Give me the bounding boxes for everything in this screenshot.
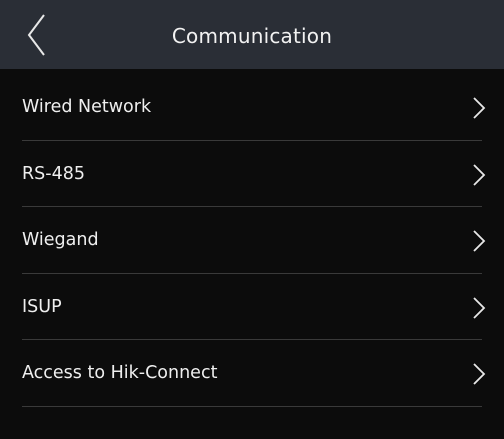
chevron-left-icon	[27, 14, 45, 56]
menu-item-label: ISUP	[22, 296, 62, 317]
menu-item-access-to-hik-connect[interactable]: Access to Hik-Connect	[0, 340, 504, 407]
menu-item-label: Wired Network	[22, 97, 152, 117]
chevron-right-icon	[472, 362, 486, 386]
page-title: Communication	[171, 24, 333, 48]
communication-screen: Communication Wired Network RS-485 Wiega…	[0, 0, 504, 439]
back-button[interactable]	[14, 10, 54, 60]
menu-item-label: Access to Hik-Connect	[22, 363, 218, 384]
menu-list: Wired Network RS-485 Wiegand ISUP Access…	[0, 74, 504, 407]
menu-item-wired-network[interactable]: Wired Network	[0, 74, 504, 141]
chevron-right-icon	[472, 229, 486, 253]
chevron-right-icon	[472, 296, 486, 320]
menu-item-wiegand[interactable]: Wiegand	[0, 207, 504, 274]
menu-item-isup[interactable]: ISUP	[0, 274, 504, 341]
menu-item-rs-485[interactable]: RS-485	[0, 141, 504, 208]
menu-item-label: RS-485	[22, 163, 85, 184]
chevron-right-icon	[472, 163, 486, 187]
chevron-right-icon	[472, 96, 486, 120]
header-bar: Communication	[0, 0, 504, 69]
menu-item-label: Wiegand	[22, 230, 99, 251]
